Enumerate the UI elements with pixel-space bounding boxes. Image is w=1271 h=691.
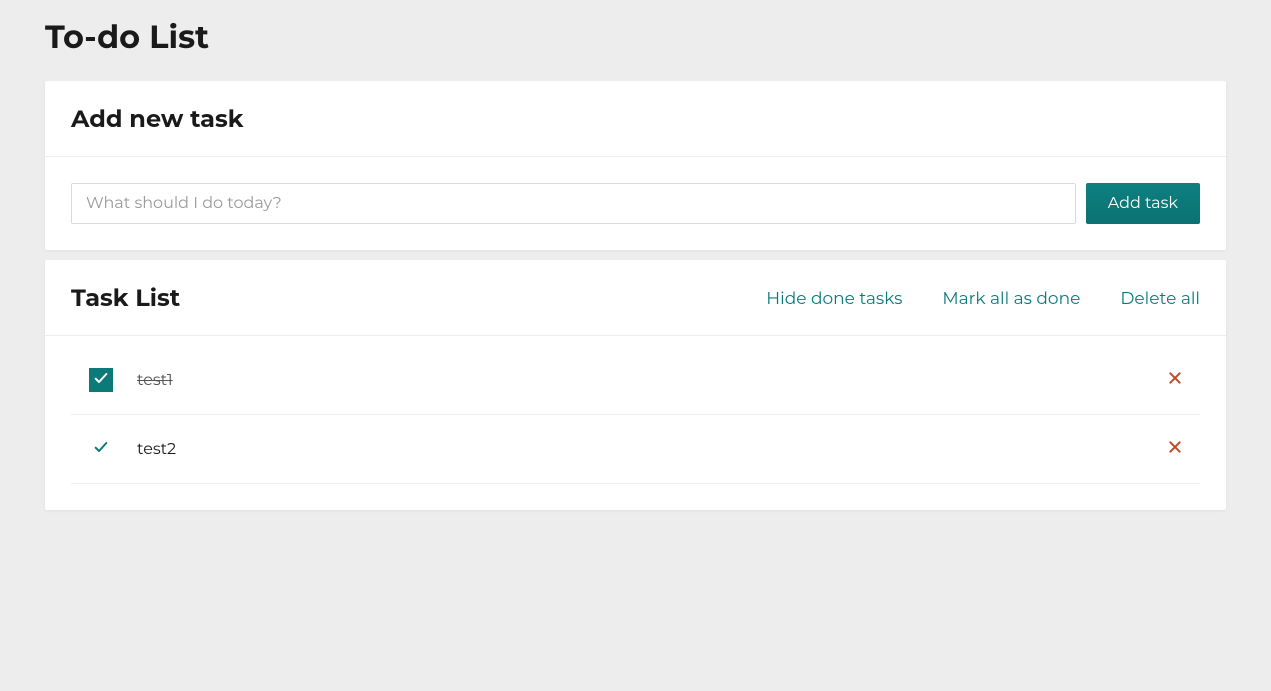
check-icon xyxy=(93,439,109,460)
hide-done-button[interactable]: Hide done tasks xyxy=(766,289,902,309)
task-label: test1 xyxy=(137,371,1164,390)
task-list-actions: Hide done tasks Mark all as done Delete … xyxy=(766,289,1200,309)
task-list-header: Task List Hide done tasks Mark all as do… xyxy=(45,260,1226,336)
delete-task-button[interactable] xyxy=(1164,369,1186,391)
task-list-body: test1 test2 xyxy=(45,336,1226,510)
close-icon xyxy=(1167,439,1183,460)
new-task-input[interactable] xyxy=(71,183,1076,224)
delete-task-button[interactable] xyxy=(1164,438,1186,460)
task-label: test2 xyxy=(137,440,1164,459)
add-task-card: Add new task Add task xyxy=(45,81,1226,250)
delete-all-button[interactable]: Delete all xyxy=(1120,289,1200,309)
task-list-heading: Task List xyxy=(71,284,180,313)
task-row: test1 xyxy=(71,346,1200,415)
add-task-button[interactable]: Add task xyxy=(1086,183,1200,224)
mark-all-done-button[interactable]: Mark all as done xyxy=(942,289,1080,309)
close-icon xyxy=(1167,370,1183,391)
task-row: test2 xyxy=(71,415,1200,484)
add-task-header: Add new task xyxy=(45,81,1226,157)
add-task-heading: Add new task xyxy=(71,105,243,134)
task-list-card: Task List Hide done tasks Mark all as do… xyxy=(45,260,1226,510)
page-title: To-do List xyxy=(45,0,1226,81)
task-checkbox[interactable] xyxy=(89,368,113,392)
task-checkbox[interactable] xyxy=(89,437,113,461)
add-task-body: Add task xyxy=(45,157,1226,250)
check-icon xyxy=(93,370,109,391)
